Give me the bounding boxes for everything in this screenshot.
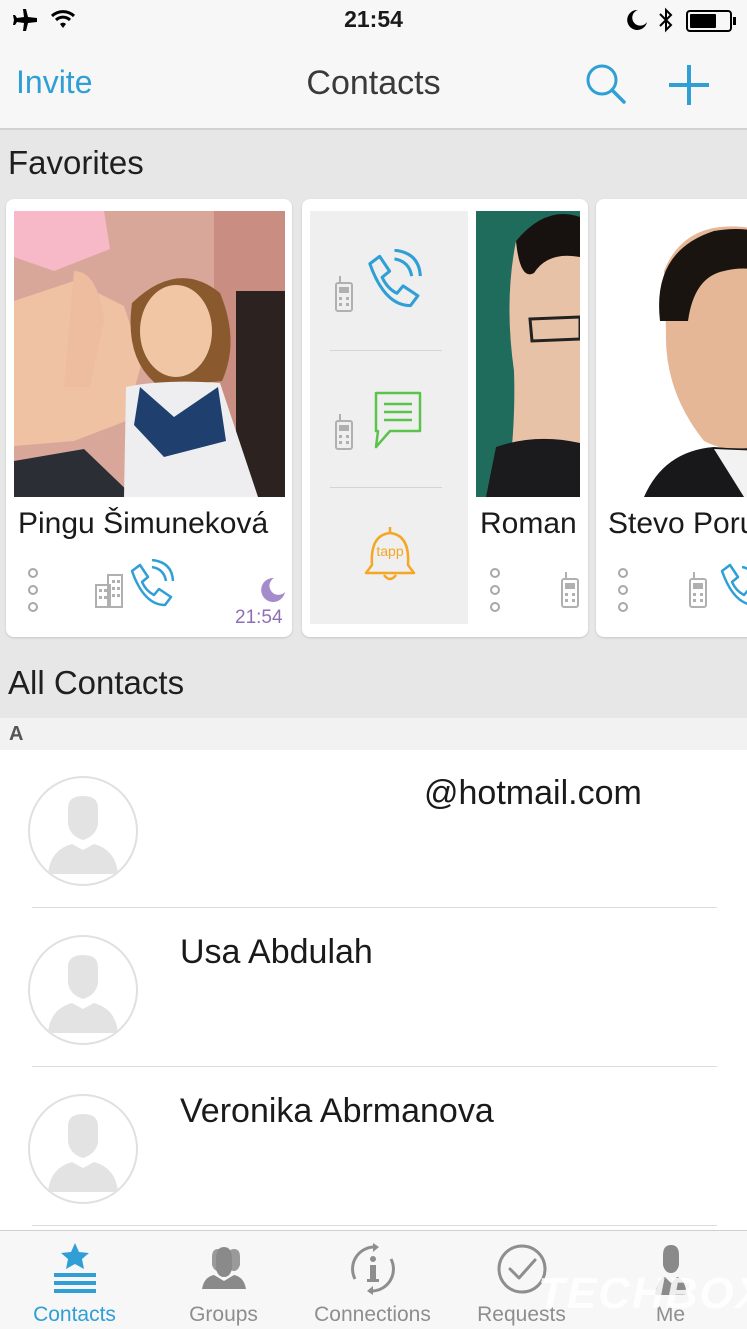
tab-label: Connections bbox=[314, 1303, 431, 1326]
section-index-header: A bbox=[0, 718, 747, 750]
contact-name: Usa Abdulah bbox=[180, 933, 373, 971]
mobile-phone-icon bbox=[689, 572, 707, 608]
favorite-name: Roman bbox=[480, 507, 577, 540]
favorites-section: Favorites Pingu Šimuneková 21:54 tapp Ro… bbox=[0, 130, 747, 718]
bluetooth-icon bbox=[659, 7, 673, 33]
contact-photo bbox=[14, 211, 285, 497]
contact-name: @hotmail.com bbox=[424, 774, 642, 812]
search-icon[interactable] bbox=[584, 62, 628, 106]
navigation-bar: Invite Contacts bbox=[0, 40, 747, 130]
favorite-card-pingu[interactable]: Pingu Šimuneková 21:54 bbox=[6, 199, 292, 637]
avatar-placeholder-icon bbox=[28, 776, 138, 886]
quick-actions-panel: tapp bbox=[310, 211, 468, 624]
contact-list: @hotmail.com Usa Abdulah Veronika Abrman… bbox=[0, 750, 747, 1230]
tab-connections[interactable]: Connections bbox=[298, 1231, 447, 1329]
battery-icon bbox=[686, 10, 736, 32]
mobile-phone-icon bbox=[335, 414, 353, 450]
favorites-heading: Favorites bbox=[8, 144, 144, 181]
section-letter: A bbox=[9, 723, 24, 745]
do-not-disturb-moon-icon bbox=[627, 9, 647, 30]
divider bbox=[330, 487, 442, 488]
row-divider bbox=[32, 1225, 717, 1226]
contact-photo bbox=[604, 211, 747, 497]
row-divider bbox=[32, 1066, 717, 1067]
favorite-card-roman[interactable]: tapp Roman bbox=[302, 199, 588, 637]
row-divider bbox=[32, 907, 717, 908]
work-phone-icon bbox=[95, 574, 123, 608]
contact-photo bbox=[476, 211, 580, 497]
favorite-name: Stevo Poru bbox=[608, 507, 747, 540]
mobile-phone-icon bbox=[335, 276, 353, 312]
contact-name: Veronika Abrmanova bbox=[180, 1092, 494, 1130]
all-contacts-heading: All Contacts bbox=[8, 664, 185, 701]
status-bar: 21:54 bbox=[0, 0, 747, 40]
call-icon[interactable] bbox=[714, 559, 747, 611]
group-icon bbox=[201, 1247, 246, 1289]
more-options-icon[interactable] bbox=[616, 567, 630, 615]
moon-status-icon bbox=[261, 577, 285, 602]
contact-row[interactable]: Veronika Abrmanova bbox=[0, 1068, 747, 1227]
message-icon[interactable] bbox=[368, 391, 422, 449]
more-options-icon[interactable] bbox=[26, 567, 40, 615]
tab-contacts[interactable]: Contacts bbox=[0, 1231, 149, 1329]
star-list-icon bbox=[53, 1243, 96, 1293]
favorite-card-stevo[interactable]: Stevo Poru bbox=[596, 199, 747, 637]
tapp-alarm-bell-icon[interactable]: tapp bbox=[360, 525, 420, 587]
add-contact-icon[interactable] bbox=[666, 62, 712, 108]
info-cycle-icon bbox=[350, 1243, 395, 1295]
tab-bar: Contacts Groups Connections Requests Me … bbox=[0, 1230, 747, 1329]
divider bbox=[330, 350, 442, 351]
tab-groups[interactable]: Groups bbox=[149, 1231, 298, 1329]
call-icon[interactable] bbox=[360, 249, 424, 313]
tab-label: Contacts bbox=[33, 1303, 116, 1326]
tab-label: Groups bbox=[189, 1303, 258, 1326]
favorite-name: Pingu Šimuneková bbox=[18, 507, 269, 540]
mobile-phone-icon bbox=[561, 572, 579, 608]
avatar-placeholder-icon bbox=[28, 935, 138, 1045]
last-seen-time: 21:54 bbox=[235, 607, 283, 628]
contact-row[interactable]: Usa Abdulah bbox=[0, 909, 747, 1068]
contact-row[interactable]: @hotmail.com bbox=[0, 750, 747, 909]
avatar-placeholder-icon bbox=[28, 1094, 138, 1204]
more-options-icon[interactable] bbox=[488, 567, 502, 615]
page-title: Contacts bbox=[306, 64, 441, 102]
tapp-label: tapp bbox=[376, 543, 403, 559]
watermark-text: TECHBOX bbox=[538, 1269, 747, 1318]
call-icon[interactable] bbox=[124, 559, 176, 611]
